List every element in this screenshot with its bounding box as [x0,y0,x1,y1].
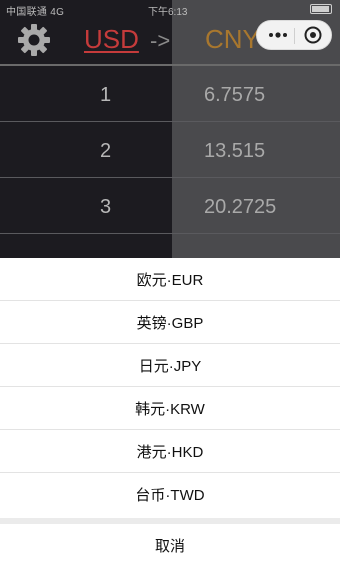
conversion-row[interactable]: 3 20.2725 [0,178,340,234]
cancel-button[interactable]: 取消 [0,524,340,566]
converted-value: 6.7575 [204,84,266,106]
conversion-arrow: -> [150,28,171,53]
gear-icon[interactable] [16,22,52,58]
conversion-row[interactable]: 2 13.515 [0,122,340,178]
option-eur[interactable]: 欧元·EUR [0,258,340,301]
to-currency[interactable]: CNY [205,24,260,55]
conversion-row[interactable]: 1 6.7575 [0,66,340,122]
battery-icon [310,4,332,14]
status-carrier: 中国联通 4G [6,7,65,18]
option-twd[interactable]: 台币·TWD [0,473,340,516]
status-time: 下午6:13 [148,7,188,18]
capsule-divider [294,28,295,44]
status-bar: 中国联通 4G 下午6:13 [0,0,340,18]
app-screen: 中国联通 4G 下午6:13 USD -> CNY 1 6.7575 2 13.… [0,0,340,566]
amount-value: 1 [100,84,112,106]
miniprogram-capsule [256,20,332,50]
more-dots-icon[interactable] [263,21,293,49]
option-gbp[interactable]: 英镑·GBP [0,301,340,344]
amount-value: 2 [100,140,112,162]
row-divider [0,233,340,234]
target-close-icon[interactable] [298,21,328,49]
converted-value: 20.2725 [204,196,277,218]
from-currency[interactable]: USD [84,24,139,55]
option-hkd[interactable]: 港元·HKD [0,430,340,473]
amount-value: 3 [100,196,112,218]
currency-action-sheet: 欧元·EUR 英镑·GBP 日元·JPY 韩元·KRW 港元·HKD 台币·TW… [0,258,340,566]
converted-value: 13.515 [204,140,266,162]
option-jpy[interactable]: 日元·JPY [0,344,340,387]
option-krw[interactable]: 韩元·KRW [0,387,340,430]
